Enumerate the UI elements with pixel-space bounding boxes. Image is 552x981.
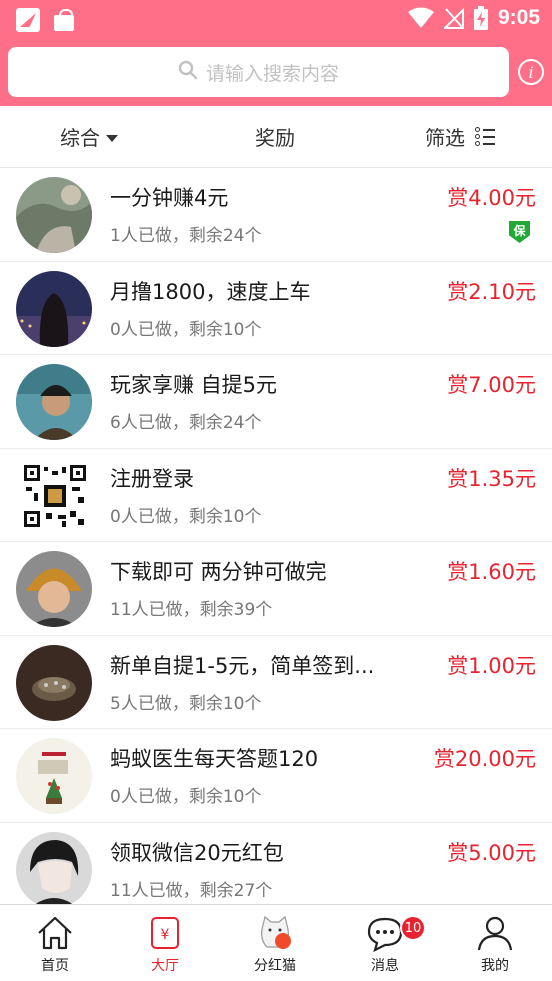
task-avatar <box>16 644 92 721</box>
task-stats: 11人已做，剩余39个 <box>110 600 273 620</box>
task-stats: 0人已做，剩余10个 <box>110 319 262 340</box>
task-avatar <box>16 177 92 253</box>
task-reward: 赏1.60元 <box>447 560 536 584</box>
task-reward: 赏4.00元 <box>447 186 536 210</box>
app-notification-icon <box>16 8 40 32</box>
app-root: 9:05 请输入搜索内容 i 综合 奖励 筛选 一分钟赚4元 1人已做，剩余24… <box>0 0 552 981</box>
task-stats: 0人已做，剩余10个 <box>110 787 262 807</box>
status-indicators: 9:05 <box>407 6 540 30</box>
header: 9:05 请输入搜索内容 i <box>0 0 552 106</box>
task-title: 注册登录 <box>110 466 194 491</box>
task-row[interactable]: 一分钟赚4元 1人已做，剩余24个 赏4.00元 保 <box>0 168 552 262</box>
tab-reward-label: 奖励 <box>255 126 295 150</box>
clock: 9:05 <box>497 6 540 29</box>
task-row[interactable]: 注册登录 0人已做，剩余10个 赏1.35元 <box>0 449 552 542</box>
nav-messages[interactable]: 10 消息 <box>330 905 440 981</box>
nav-dividend-cat[interactable]: 分红猫 <box>220 905 330 981</box>
nav-home-label: 首页 <box>41 958 69 974</box>
task-stats: 0人已做，剩余10个 <box>110 506 262 527</box>
profile-icon <box>475 913 515 953</box>
tab-filter[interactable]: 筛选 <box>425 122 495 151</box>
tab-reward[interactable]: 奖励 <box>255 122 295 151</box>
task-stats: 5人已做，剩余10个 <box>110 693 262 714</box>
guarantee-badge: 保 <box>509 221 530 243</box>
task-reward: 赏1.00元 <box>447 653 536 678</box>
task-row[interactable]: 新单自提1-5元，简单签到... 5人已做，剩余10个 赏1.00元 <box>0 636 552 729</box>
message-icon <box>365 913 405 953</box>
task-row[interactable]: 月撸1800，速度上车 0人已做，剩余10个 赏2.10元 <box>0 262 552 355</box>
search-input[interactable]: 请输入搜索内容 <box>8 47 509 97</box>
cat-icon <box>255 913 295 953</box>
task-stats: 1人已做，剩余24个 <box>110 226 262 246</box>
task-reward: 赏7.00元 <box>447 373 536 397</box>
tab-composite-label: 综合 <box>60 126 100 150</box>
task-title: 一分钟赚4元 <box>110 186 229 210</box>
task-row[interactable]: 蚂蚁医生每天答题120 0人已做，剩余10个 赏20.00元 <box>0 729 552 823</box>
task-stats: 11人已做，剩余27个 <box>110 880 273 901</box>
nav-hall[interactable]: ¥ 大厅 <box>110 905 220 981</box>
svg-text:¥: ¥ <box>161 927 170 943</box>
task-title: 领取微信20元红包 <box>110 840 284 865</box>
task-row[interactable]: 领取微信20元红包 11人已做，剩余27个 赏5.00元 <box>0 823 552 904</box>
task-list: 一分钟赚4元 1人已做，剩余24个 赏4.00元 保 月撸1800，速度上车 0… <box>0 168 552 904</box>
task-avatar <box>22 462 88 529</box>
task-row[interactable]: 玩家享赚 自提5元 6人已做，剩余24个 赏7.00元 <box>0 355 552 449</box>
filter-list-icon <box>475 126 495 147</box>
nav-profile[interactable]: 我的 <box>440 905 550 981</box>
status-bar: 9:05 <box>0 0 552 40</box>
task-reward: 赏5.00元 <box>447 840 536 865</box>
nav-home[interactable]: 首页 <box>0 905 110 981</box>
home-icon <box>35 913 75 953</box>
nav-profile-label: 我的 <box>481 958 509 974</box>
wifi-icon <box>407 7 434 29</box>
filter-bar: 综合 奖励 筛选 <box>0 106 552 168</box>
task-title: 蚂蚁医生每天答题120 <box>110 747 319 771</box>
battery-charging-icon <box>473 6 488 30</box>
task-stats: 6人已做，剩余24个 <box>110 413 262 433</box>
nav-hall-label: 大厅 <box>151 958 179 974</box>
message-count-badge: 10 <box>400 915 426 941</box>
task-reward: 赏20.00元 <box>433 747 536 771</box>
bottom-nav: 首页 ¥ 大厅 分红猫 10 消息 我的 <box>0 904 552 981</box>
task-title: 下载即可 两分钟可做完 <box>110 560 327 584</box>
task-row[interactable]: 下载即可 两分钟可做完 11人已做，剩余39个 赏1.60元 <box>0 542 552 636</box>
search-placeholder: 请输入搜索内容 <box>205 62 339 85</box>
notification-icons <box>16 8 76 32</box>
caret-down-icon <box>106 135 118 142</box>
task-title: 新单自提1-5元，简单签到... <box>110 653 375 678</box>
task-reward: 赏1.35元 <box>447 466 536 491</box>
info-icon[interactable]: i <box>518 59 544 85</box>
no-signal-icon <box>443 7 464 29</box>
task-title: 月撸1800，速度上车 <box>110 279 311 304</box>
hall-icon: ¥ <box>145 913 185 953</box>
shopping-bag-icon <box>52 8 76 32</box>
task-title: 玩家享赚 自提5元 <box>110 373 278 397</box>
task-avatar <box>16 831 92 904</box>
search-icon <box>178 60 198 84</box>
task-avatar <box>16 738 92 814</box>
task-avatar <box>16 270 92 347</box>
task-avatar <box>16 364 92 440</box>
tab-filter-label: 筛选 <box>425 126 465 150</box>
tab-composite[interactable]: 综合 <box>60 122 118 151</box>
nav-dividend-cat-label: 分红猫 <box>254 958 296 974</box>
task-avatar <box>16 551 92 627</box>
task-reward: 赏2.10元 <box>447 279 536 304</box>
nav-messages-label: 消息 <box>371 958 399 974</box>
